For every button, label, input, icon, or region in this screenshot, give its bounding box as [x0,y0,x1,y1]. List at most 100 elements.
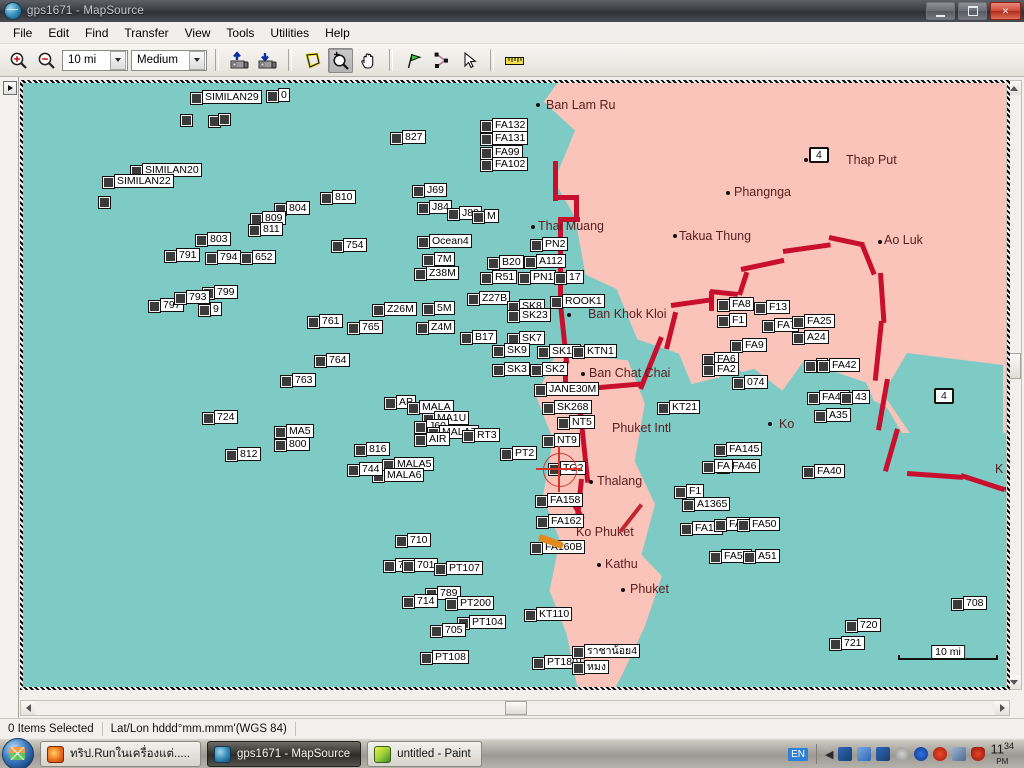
measure-tool-button[interactable] [502,48,527,73]
show-hidden-icons-button[interactable]: ◀ [825,748,833,761]
taskbar-clock[interactable]: 1134 PM [990,741,1018,768]
waypoint-symbol-icon[interactable] [531,365,542,376]
waypoint-symbol-icon[interactable] [315,356,326,367]
waypoint-symbol-icon[interactable] [206,253,217,264]
waypoint-symbol-icon[interactable] [718,316,729,327]
waypoint-symbol-icon[interactable] [493,365,504,376]
waypoint-symbol-icon[interactable] [531,543,542,554]
waypoint-symbol-icon[interactable] [481,160,492,171]
scroll-left-button[interactable] [21,701,35,715]
waypoint-symbol-icon[interactable] [755,303,766,314]
bluetooth-icon[interactable] [914,747,929,761]
waypoint-symbol-icon[interactable] [738,520,749,531]
zoom-out-button[interactable] [34,48,59,73]
waypoint-symbol-icon[interactable] [818,361,829,372]
waypoint-symbol-icon[interactable] [658,403,669,414]
waypoint-symbol-icon[interactable] [421,653,432,664]
waypoint-symbol-icon[interactable] [481,273,492,284]
waypoint-symbol-icon[interactable] [165,251,176,262]
waypoint-symbol-icon[interactable] [803,467,814,478]
waypoint-symbol-icon[interactable] [281,376,292,387]
waypoint-symbol-icon[interactable] [703,365,714,376]
network-wireless-icon[interactable] [857,747,872,761]
map-horizontal-scrollbar[interactable] [20,700,1010,716]
waypoint-symbol-icon[interactable] [391,133,402,144]
waypoint-symbol-icon[interactable] [348,465,359,476]
waypoint-symbol-icon[interactable] [468,294,479,305]
waypoint-symbol-icon[interactable] [308,317,319,328]
waypoint-symbol-icon[interactable] [508,311,519,322]
waypoint-symbol-icon[interactable] [763,321,774,332]
waypoint-symbol-icon[interactable] [675,487,686,498]
menu-item-help[interactable]: Help [317,23,358,43]
waypoint-symbol-icon[interactable] [815,411,826,422]
waypoint-symbol-icon[interactable] [463,431,474,442]
waypoint-symbol-icon[interactable] [415,422,426,433]
waypoint-symbol-icon[interactable] [808,393,819,404]
taskbar-item-mapsource[interactable]: gps1671 - MapSource [207,741,362,767]
waypoint-symbol-icon[interactable] [417,323,428,334]
waypoint-symbol-icon[interactable] [805,361,816,372]
chevron-down-icon[interactable] [189,50,205,70]
waypoint-symbol-icon[interactable] [519,273,530,284]
menu-item-edit[interactable]: Edit [40,23,77,43]
waypoint-symbol-icon[interactable] [448,209,459,220]
waypoint-symbol-icon[interactable] [321,193,332,204]
waypoint-symbol-icon[interactable] [573,663,584,674]
network-disconnected-icon[interactable] [838,747,853,761]
maximize-button[interactable] [958,2,987,20]
waypoint-symbol-icon[interactable] [830,639,841,650]
waypoint-symbol-icon[interactable] [733,378,744,389]
waypoint-symbol-icon[interactable] [199,305,210,316]
update-icon[interactable] [952,747,967,761]
waypoint-symbol-icon[interactable] [793,317,804,328]
waypoint-symbol-icon[interactable] [423,304,434,315]
waypoint-symbol-icon[interactable] [384,561,395,572]
waypoint-symbol-icon[interactable] [473,212,484,223]
volume-icon[interactable] [895,747,910,761]
waypoint-symbol-icon[interactable] [175,293,186,304]
menu-item-file[interactable]: File [5,23,40,43]
waypoint-symbol-icon[interactable] [841,393,852,404]
waypoint-symbol-icon[interactable] [403,561,414,572]
waypoint-symbol-icon[interactable] [549,464,560,475]
minimize-button[interactable] [926,2,955,20]
waypoint-symbol-icon[interactable] [435,564,446,575]
start-button[interactable] [2,738,34,768]
waypoint-symbol-icon[interactable] [543,436,554,447]
waypoint-symbol-icon[interactable] [431,626,442,637]
detail-level-select[interactable]: Medium [131,49,207,71]
waypoint-symbol-icon[interactable] [573,347,584,358]
waypoint-symbol-icon[interactable] [681,524,692,535]
antivirus-icon[interactable] [933,747,948,761]
horizontal-scroll-thumb[interactable] [505,701,527,715]
menu-item-find[interactable]: Find [77,23,116,43]
waypoint-symbol-icon[interactable] [744,552,755,563]
waypoint-symbol-icon[interactable] [525,257,536,268]
waypoint-symbol-icon[interactable] [846,621,857,632]
waypoint-symbol-icon[interactable] [385,398,396,409]
waypoint-symbol-icon[interactable] [408,403,419,414]
waypoint-symbol-icon[interactable] [196,235,207,246]
waypoint-symbol-icon[interactable] [715,445,726,456]
route-tool-button[interactable] [429,48,454,73]
waypoint-symbol-icon[interactable] [493,346,504,357]
waypoint-symbol-icon[interactable] [481,134,492,145]
zoom-scale-select[interactable]: 10 mi [62,49,128,71]
waypoint-symbol-icon[interactable] [538,347,549,358]
waypoint-tool-button[interactable] [401,48,426,73]
expand-panel-icon[interactable] [3,81,17,95]
waypoint-symbol-icon[interactable] [551,297,562,308]
menu-item-transfer[interactable]: Transfer [116,23,176,43]
waypoint-symbol-icon[interactable] [418,237,429,248]
waypoint-symbol-icon[interactable] [355,445,366,456]
waypoint-symbol-icon[interactable] [793,333,804,344]
selection-tool-button[interactable] [300,48,325,73]
vertical-scroll-thumb[interactable] [1007,353,1021,379]
language-indicator[interactable]: EN [788,747,809,761]
waypoint-symbol-icon[interactable] [555,273,566,284]
map-canvas[interactable]: Ban Lam Ru Thai Muang Thap Put Phangnga Taku… [20,80,1010,690]
waypoint-symbol-icon[interactable] [558,418,569,429]
waypoint-symbol-icon[interactable] [543,403,554,414]
waypoint-symbol-icon[interactable] [103,177,114,188]
